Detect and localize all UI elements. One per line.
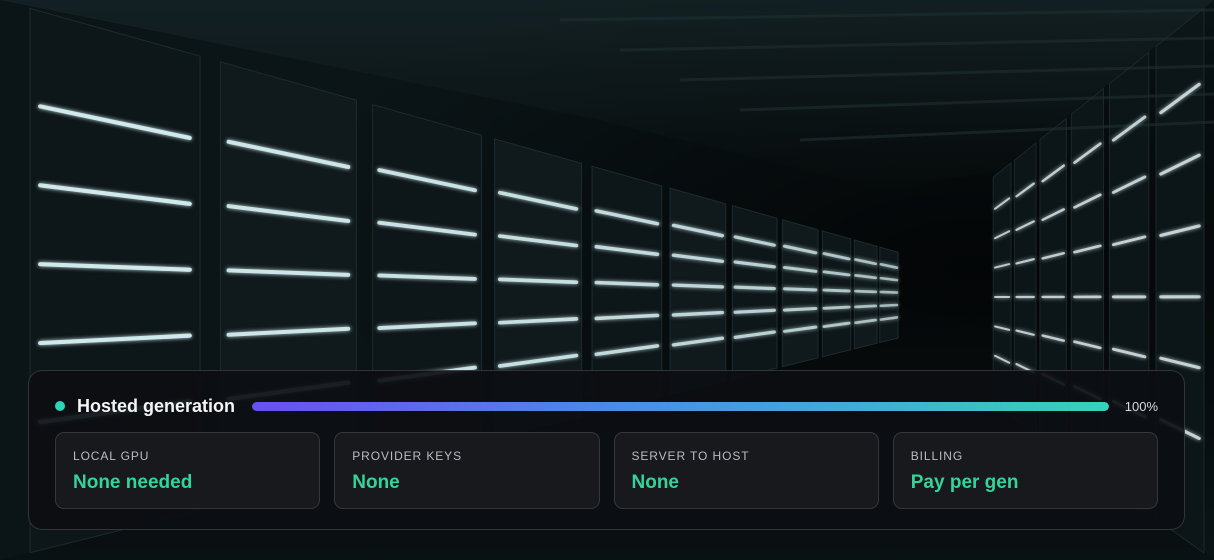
- card-label: BILLING: [910, 449, 964, 463]
- progress-fill: [252, 401, 1109, 411]
- hosted-generation-panel: Hosted generation 100% LOCAL GPU None ne…: [28, 370, 1185, 530]
- panel-title: Hosted generation: [77, 395, 236, 416]
- progress-bar: [252, 401, 1109, 411]
- card-value: None: [631, 472, 680, 493]
- card-provider-keys: PROVIDER KEYS None: [334, 432, 600, 509]
- card-label: LOCAL GPU: [73, 449, 150, 463]
- card-value: Pay per gen: [910, 472, 1019, 493]
- card-local-gpu: LOCAL GPU None needed: [55, 432, 321, 509]
- card-server-to-host: SERVER TO HOST None: [613, 432, 879, 509]
- card-value: None needed: [73, 472, 193, 493]
- card-label: SERVER TO HOST: [631, 449, 750, 463]
- card-value: None: [352, 472, 400, 493]
- info-cards: LOCAL GPU None needed PROVIDER KEYS None…: [55, 432, 1158, 509]
- progress-percent: 100%: [1124, 398, 1158, 414]
- card-label: PROVIDER KEYS: [352, 449, 462, 463]
- card-billing: BILLING Pay per gen: [892, 432, 1158, 509]
- panel-header: Hosted generation 100%: [55, 395, 1158, 417]
- status-dot-icon: [55, 401, 65, 411]
